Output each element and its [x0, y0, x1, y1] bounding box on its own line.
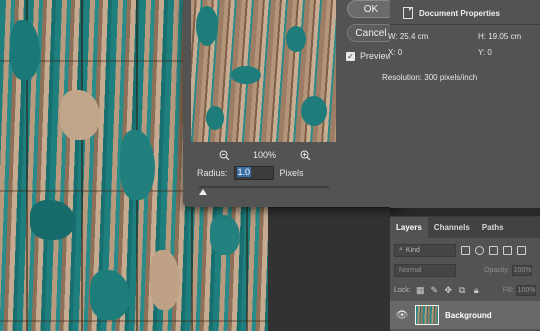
paint-patch: [301, 96, 327, 126]
zoom-controls: 100%: [217, 148, 312, 162]
shape-filter-icon[interactable]: [503, 245, 512, 255]
filter-icons: [461, 245, 526, 255]
paint-patch: [286, 26, 306, 52]
lock-row: Lock: ▦ ✎ ✥ ⧉ 🔒︎ Fill: 100%: [394, 283, 539, 297]
layers-panel: Layers Channels Paths ⌕ Kind Normal Opac…: [390, 216, 540, 331]
type-filter-icon[interactable]: [489, 245, 498, 255]
radius-slider-thumb[interactable]: [199, 189, 207, 195]
fill-input[interactable]: 100%: [515, 284, 536, 296]
kind-filter-select[interactable]: ⌕ Kind: [394, 243, 456, 257]
opacity-input[interactable]: 100%: [511, 264, 532, 276]
paint-patch: [231, 66, 261, 84]
layer-row-background[interactable]: 👁︎ Background: [390, 301, 540, 329]
smart-object-filter-icon[interactable]: [517, 245, 526, 255]
radius-slider-track[interactable]: [199, 186, 329, 188]
paint-patch: [30, 200, 75, 240]
paint-patch: [206, 106, 224, 130]
radius-value: 1.0: [236, 167, 252, 177]
ok-button[interactable]: OK: [347, 0, 395, 18]
zoom-in-icon[interactable]: [298, 148, 312, 162]
blend-mode-select[interactable]: Normal: [394, 263, 456, 277]
fill-label: Fill:: [502, 286, 514, 294]
radius-label: Radius:: [197, 168, 228, 178]
paint-patch: [90, 270, 130, 320]
height-value[interactable]: H: 19.05 cm: [478, 32, 521, 41]
tab-channels[interactable]: Channels: [428, 217, 476, 238]
layer-thumbnail: [415, 305, 439, 325]
radius-row: Radius: 1.0 Pixels: [197, 166, 304, 180]
filter-preview[interactable]: [191, 0, 336, 142]
lock-icon[interactable]: 🔒︎: [472, 285, 481, 295]
paint-patch: [60, 90, 100, 140]
opacity-label: Opacity:: [484, 266, 510, 274]
zoom-level: 100%: [252, 150, 277, 160]
zoom-out-icon[interactable]: [217, 148, 231, 162]
kind-label: Kind: [405, 246, 420, 254]
lock-transparent-icon[interactable]: ▦: [416, 285, 425, 295]
x-value[interactable]: X: 0: [388, 48, 402, 57]
lock-pixels-icon[interactable]: ✎: [430, 285, 439, 295]
radius-input[interactable]: 1.0: [233, 166, 274, 180]
resolution-value: Resolution: 300 pixels/inch: [382, 73, 478, 82]
layer-name: Background: [445, 310, 492, 320]
radius-unit: Pixels: [279, 168, 304, 178]
paint-patch: [10, 20, 40, 80]
photoshop-window: 100% Radius: 1.0 Pixels OK Cancel ✓ Prev…: [0, 0, 540, 331]
preview-toggle[interactable]: ✓ Preview: [346, 51, 392, 61]
paint-patch: [120, 130, 155, 200]
lock-artboard-icon[interactable]: ⧉: [458, 285, 467, 295]
lock-icons: ▦ ✎ ✥ ⧉ 🔒︎: [416, 285, 481, 295]
properties-header: Document Properties: [390, 0, 540, 26]
document-icon: [403, 7, 413, 19]
eye-icon[interactable]: 👁︎: [395, 310, 409, 321]
tab-paths[interactable]: Paths: [476, 217, 510, 238]
workspace-background: [268, 208, 390, 331]
layers-tabs: Layers Channels Paths: [390, 217, 540, 238]
search-icon: ⌕: [399, 246, 403, 253]
paint-patch: [150, 250, 180, 310]
filter-row: ⌕ Kind: [394, 243, 534, 257]
properties-panel: Document Properties W: 25.4 cm H: 19.05 …: [382, 0, 540, 208]
tab-layers[interactable]: Layers: [390, 217, 428, 238]
blend-row: Normal Opacity: 100%: [394, 263, 539, 277]
adjustment-filter-icon[interactable]: [475, 245, 484, 255]
properties-title: Document Properties: [419, 8, 500, 18]
paint-patch: [196, 6, 218, 46]
width-value[interactable]: W: 25.4 cm: [388, 32, 428, 41]
preview-checkbox[interactable]: ✓: [346, 51, 355, 61]
y-value[interactable]: Y: 0: [478, 48, 492, 57]
gaussian-blur-dialog: 100% Radius: 1.0 Pixels OK Cancel ✓ Prev…: [183, 0, 404, 207]
lock-position-icon[interactable]: ✥: [444, 285, 453, 295]
lock-label: Lock:: [394, 286, 411, 294]
divider: [390, 24, 540, 25]
paint-patch: [210, 215, 240, 255]
pixel-filter-icon[interactable]: [461, 245, 470, 255]
